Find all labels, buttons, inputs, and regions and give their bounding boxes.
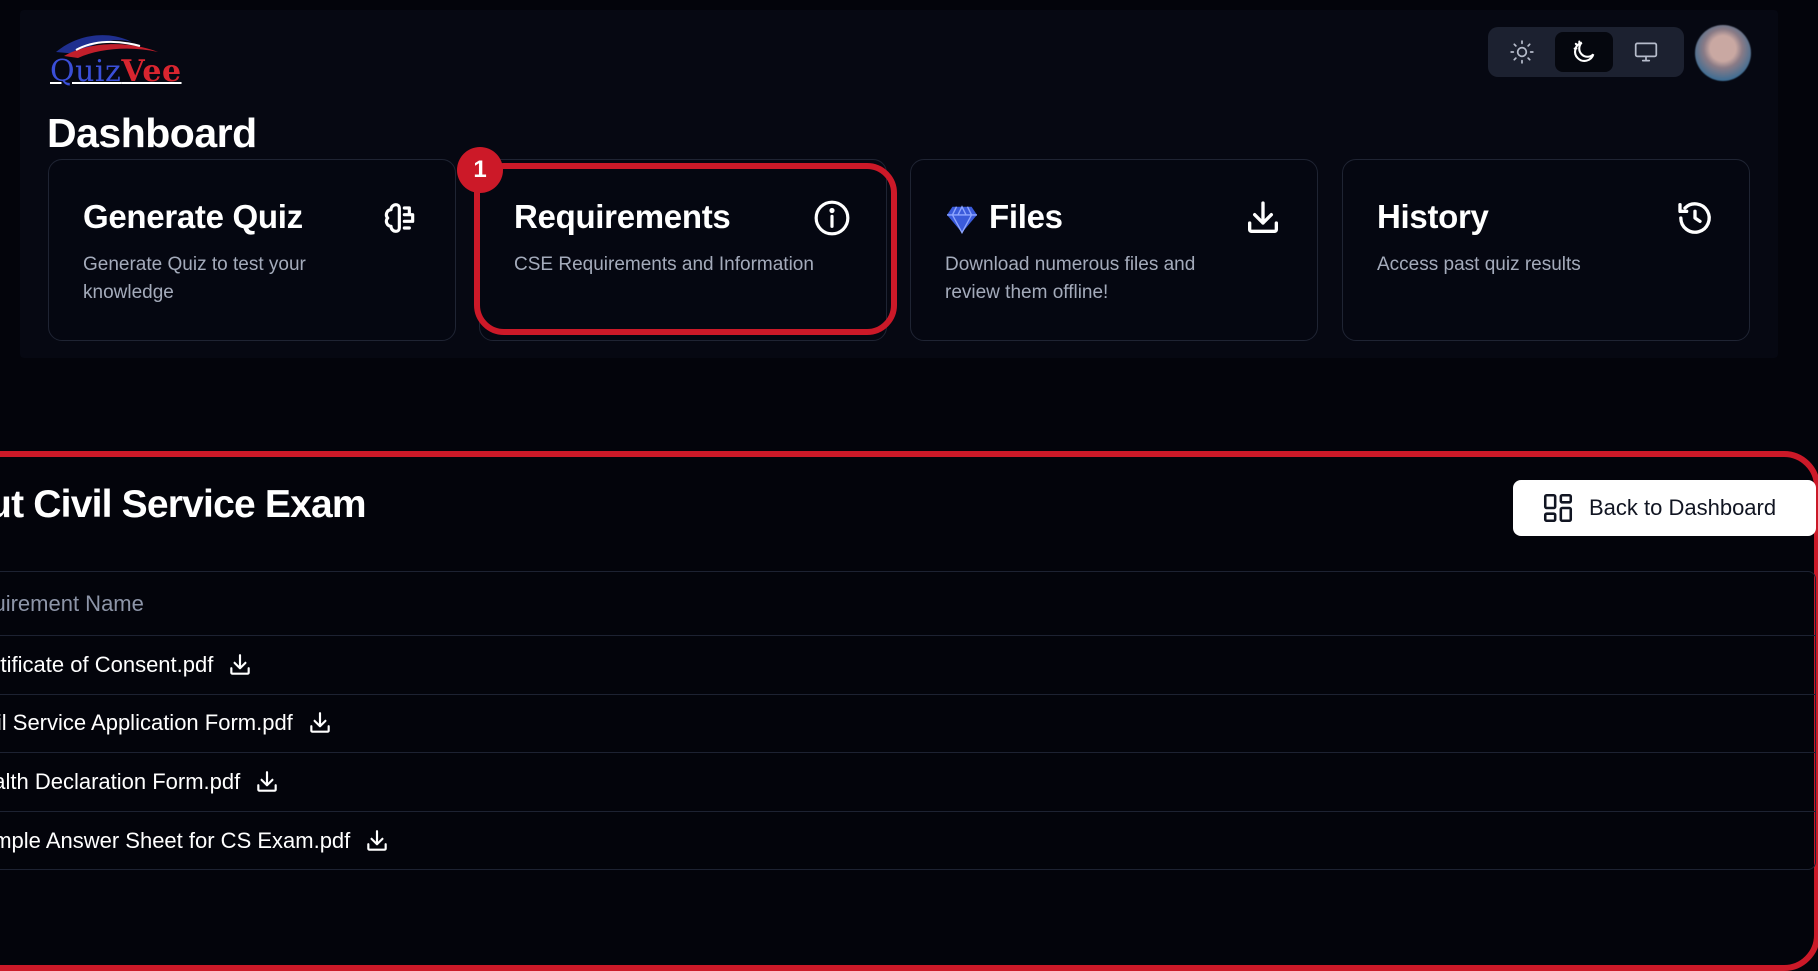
- card-files[interactable]: Files Download numerous files and review…: [910, 159, 1318, 341]
- card-history[interactable]: History Access past quiz results: [1342, 159, 1750, 341]
- moon-icon: [1573, 40, 1595, 62]
- download-icon[interactable]: [307, 710, 333, 736]
- logo-quiz: Quiz: [50, 54, 122, 89]
- file-link[interactable]: ealth Declaration Form.pdf: [0, 769, 240, 795]
- brain-icon: [384, 203, 415, 233]
- page-title: Dashboard: [47, 110, 257, 156]
- card-description: Generate Quiz to test your knowledge: [83, 254, 306, 303]
- gem-icon: [947, 205, 977, 234]
- download-icon[interactable]: [227, 652, 253, 678]
- theme-dark-button[interactable]: [1555, 32, 1613, 72]
- table-row: ample Answer Sheet for CS Exam.pdf: [0, 812, 1815, 870]
- card-title: History: [1377, 198, 1489, 235]
- user-avatar[interactable]: [1695, 25, 1751, 81]
- download-icon: [1248, 201, 1278, 233]
- back-to-dashboard-button[interactable]: Back to Dashboard: [1513, 480, 1816, 536]
- column-header-requirement-name: equirement Name: [0, 590, 144, 616]
- card-title: Files: [989, 198, 1063, 235]
- file-link[interactable]: ivil Service Application Form.pdf: [0, 710, 293, 736]
- theme-system-button[interactable]: [1617, 32, 1675, 72]
- download-icon[interactable]: [364, 828, 390, 854]
- file-link[interactable]: ample Answer Sheet for CS Exam.pdf: [0, 828, 350, 854]
- table-header: equirement Name: [0, 572, 1815, 636]
- dashboard-grid-icon: [1543, 493, 1573, 523]
- logo-vee: Vee: [121, 54, 182, 89]
- file-link[interactable]: ertificate of Consent.pdf: [0, 652, 213, 678]
- card-title: Generate Quiz: [83, 198, 303, 235]
- logo-text: QuizVee: [50, 54, 182, 89]
- back-button-label: Back to Dashboard: [1589, 495, 1777, 520]
- theme-light-button[interactable]: [1493, 32, 1551, 72]
- step-badge: 1: [457, 147, 503, 193]
- quizvee-logo[interactable]: QuizVee: [48, 30, 188, 92]
- section-title: bout Civil Service Exam: [0, 483, 367, 526]
- table-row: ertificate of Consent.pdf: [0, 636, 1815, 695]
- download-icon[interactable]: [254, 769, 280, 795]
- history-icon: [1678, 202, 1711, 234]
- card-description: Access past quiz results: [1377, 254, 1581, 275]
- requirements-table: equirement Name ertificate of Consent.pd…: [0, 571, 1816, 870]
- monitor-icon: [1634, 42, 1658, 62]
- card-generate-quiz[interactable]: Generate Quiz Generate Quiz to test your…: [48, 159, 456, 341]
- theme-switcher: [1488, 27, 1684, 77]
- card-description: Download numerous files and review them …: [945, 254, 1196, 303]
- sun-icon: [1510, 40, 1534, 64]
- table-row: ivil Service Application Form.pdf: [0, 695, 1815, 753]
- requirements-highlight-annotation: [474, 163, 897, 335]
- table-row: ealth Declaration Form.pdf: [0, 753, 1815, 812]
